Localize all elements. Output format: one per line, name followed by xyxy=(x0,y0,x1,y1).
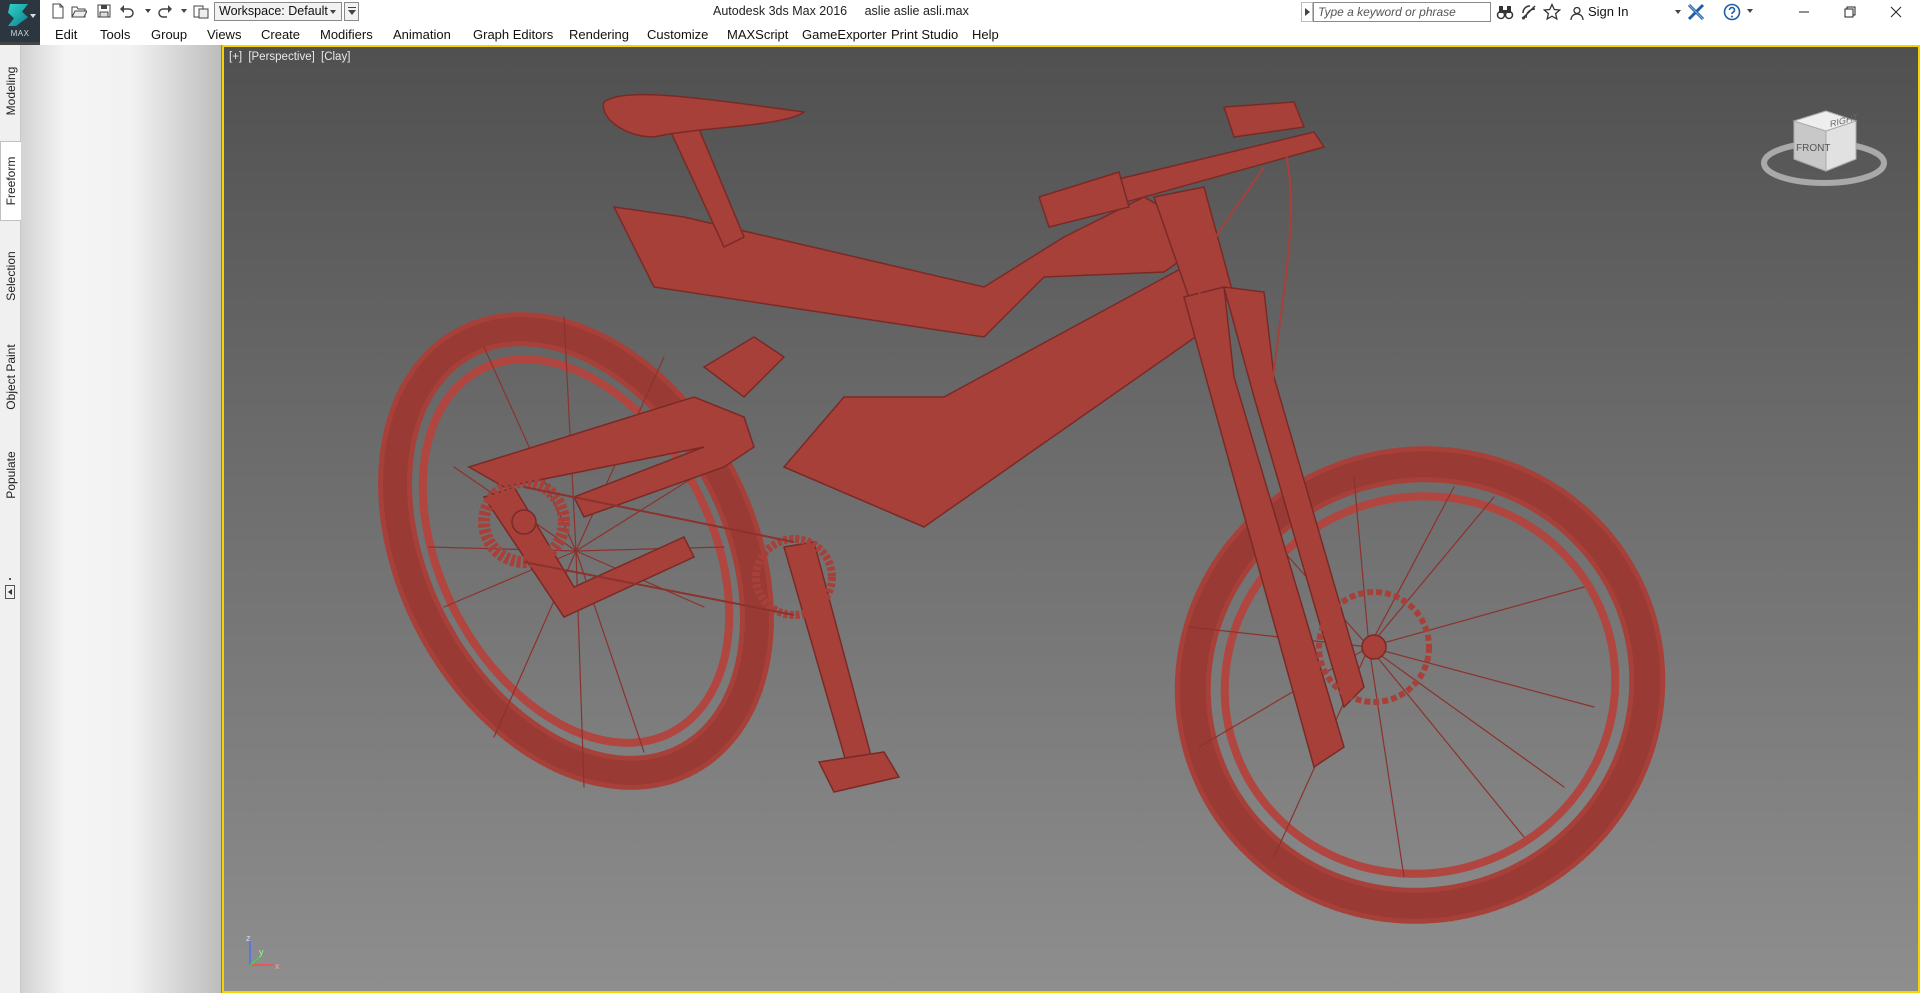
axis-z-label: z xyxy=(246,933,251,943)
restore-button[interactable] xyxy=(1827,0,1873,24)
menu-bar: Edit Tools Group Views Create Modifiers … xyxy=(40,24,1920,46)
communication-center-icon[interactable] xyxy=(1520,3,1538,21)
menu-group[interactable]: Group xyxy=(151,26,187,43)
close-icon xyxy=(1890,6,1902,18)
saddle[interactable] xyxy=(602,93,806,138)
help-dropdown-icon[interactable] xyxy=(1747,9,1753,13)
menu-gameexporter[interactable]: GameExporter xyxy=(802,26,887,43)
axis-tripod-icon: z y x xyxy=(246,933,280,971)
file-name: aslie aslie asli.max xyxy=(864,4,969,18)
title-bar: Workspace: Default Autodesk 3ds Max 2016… xyxy=(0,0,1920,25)
application-menu-button[interactable]: MAX xyxy=(0,0,40,42)
undo-dropdown-icon[interactable] xyxy=(145,9,151,13)
menu-edit[interactable]: Edit xyxy=(55,26,77,43)
exchange-apps-icon[interactable] xyxy=(1687,3,1705,21)
search-expand-button[interactable] xyxy=(1301,2,1313,22)
menu-modifiers[interactable]: Modifiers xyxy=(320,26,373,43)
help-icon[interactable] xyxy=(1723,3,1741,21)
workspace-selector[interactable]: Workspace: Default xyxy=(214,2,342,21)
open-file-icon[interactable] xyxy=(71,3,87,19)
ribbon-collapse-button[interactable] xyxy=(5,585,15,599)
minimize-icon xyxy=(1799,11,1809,13)
redo-dropdown-icon[interactable] xyxy=(181,9,187,13)
menu-graph-editors[interactable]: Graph Editors xyxy=(473,26,553,43)
sign-in-dropdown-icon[interactable] xyxy=(1675,10,1681,14)
viewcube-front-face[interactable]: FRONT xyxy=(1796,143,1830,154)
menu-maxscript[interactable]: MAXScript xyxy=(727,26,788,43)
search-input[interactable] xyxy=(1313,2,1491,22)
menu-tools[interactable]: Tools xyxy=(100,26,130,43)
tab-selection[interactable]: Selection xyxy=(0,235,21,317)
app-title: Autodesk 3ds Max 2016 xyxy=(713,4,848,18)
menu-help[interactable]: Help xyxy=(972,26,999,43)
menu-print-studio[interactable]: Print Studio xyxy=(891,26,958,43)
tab-modeling[interactable]: Modeling xyxy=(0,53,21,129)
tab-selection-label: Selection xyxy=(3,251,18,301)
pedal[interactable] xyxy=(817,751,901,793)
front-tire[interactable] xyxy=(1135,405,1705,964)
ribbon-options-dot xyxy=(9,578,11,580)
menu-views[interactable]: Views xyxy=(207,26,241,43)
stem-display[interactable] xyxy=(1222,101,1306,138)
restore-icon xyxy=(1844,6,1856,18)
logo-label: MAX xyxy=(10,29,30,38)
tab-modeling-label: Modeling xyxy=(3,66,18,116)
axis-y-label: y xyxy=(259,947,264,957)
chevron-down-icon xyxy=(30,14,36,18)
menu-customize[interactable]: Customize xyxy=(647,26,708,43)
redo-icon[interactable] xyxy=(157,3,173,19)
window-title: Autodesk 3ds Max 2016 aslie aslie asli.m… xyxy=(713,4,983,18)
tab-populate[interactable]: Populate xyxy=(0,435,21,515)
close-button[interactable] xyxy=(1873,0,1919,24)
sign-in-label: Sign In xyxy=(1588,4,1629,19)
tab-freeform[interactable]: Freeform xyxy=(0,141,21,221)
3dsmax-logo-icon xyxy=(8,4,28,26)
quick-access-customize-button[interactable] xyxy=(344,2,359,21)
new-file-icon[interactable] xyxy=(50,3,66,19)
perspective-viewport[interactable]: [+] [Perspective] [Clay] FRONT RIGHT z y… xyxy=(222,45,1920,993)
menu-rendering[interactable]: Rendering xyxy=(569,26,629,43)
tab-freeform-label: Freeform xyxy=(4,156,18,206)
tab-populate-label: Populate xyxy=(3,451,18,499)
sign-in-button[interactable]: Sign In xyxy=(1570,3,1628,21)
project-folder-icon[interactable] xyxy=(193,3,209,19)
workspace-label: Workspace: Default xyxy=(219,4,328,18)
menu-animation[interactable]: Animation xyxy=(393,26,451,43)
bike-model[interactable] xyxy=(224,47,1918,991)
shock-absorber[interactable] xyxy=(702,336,786,398)
ribbon-tab-strip: Modeling Freeform Selection Object Paint… xyxy=(0,45,21,993)
axis-x-label: x xyxy=(275,961,280,971)
tab-object-paint[interactable]: Object Paint xyxy=(0,327,21,427)
favorites-star-icon[interactable] xyxy=(1543,3,1561,21)
save-file-icon[interactable] xyxy=(96,3,112,19)
user-icon xyxy=(1570,6,1584,20)
chevron-down-icon xyxy=(330,10,336,14)
minimize-button[interactable] xyxy=(1781,0,1827,24)
undo-icon[interactable] xyxy=(119,3,135,19)
binoculars-icon[interactable] xyxy=(1496,3,1514,21)
menu-create[interactable]: Create xyxy=(261,26,300,43)
tab-object-paint-label: Object Paint xyxy=(3,344,18,410)
viewcube[interactable]: FRONT RIGHT xyxy=(1760,101,1892,193)
ribbon-panel xyxy=(21,45,222,993)
